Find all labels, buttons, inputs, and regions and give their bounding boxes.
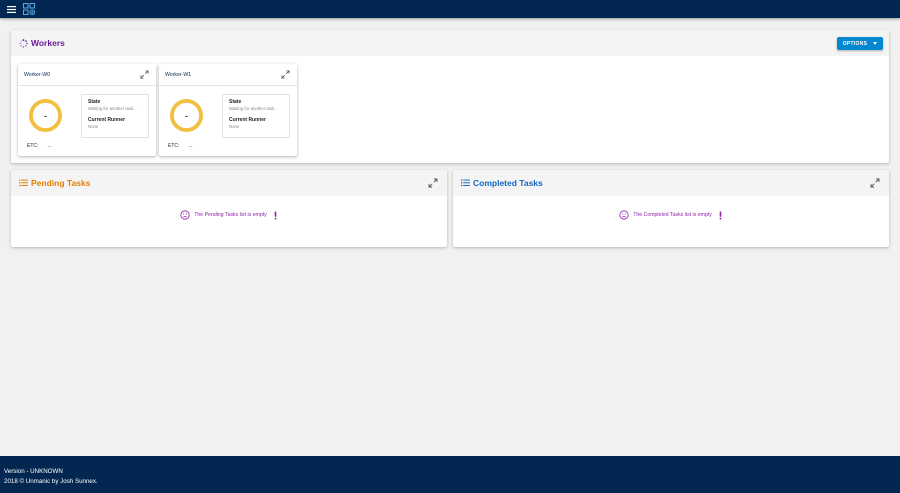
options-button-label: OPTIONS bbox=[842, 40, 868, 47]
state-label: State bbox=[88, 99, 101, 105]
pending-empty-text: The Pending Tasks list is empty bbox=[194, 212, 267, 218]
exclamation-icon bbox=[274, 210, 277, 220]
etc-value: ... bbox=[188, 143, 193, 149]
options-button[interactable]: OPTIONS bbox=[837, 37, 883, 50]
completed-tasks-header: Completed Tasks bbox=[453, 170, 889, 196]
etc-label: ETC: bbox=[168, 143, 180, 149]
pending-tasks-panel: Pending Tasks The Pending Tasks list is … bbox=[11, 170, 447, 247]
runner-label: Current Runner bbox=[88, 117, 125, 123]
top-bar bbox=[0, 0, 900, 18]
exclamation-icon bbox=[719, 210, 722, 220]
etc-value: ... bbox=[47, 143, 52, 149]
gauge-value: - bbox=[185, 110, 188, 121]
etc-row: ETC: ... bbox=[168, 143, 193, 149]
workers-title: Workers bbox=[31, 38, 65, 48]
worker-card-header: Worker-W0 bbox=[18, 64, 156, 86]
spinner-icon bbox=[19, 38, 28, 48]
worker-info-box: State Waiting for another task... Curren… bbox=[81, 94, 149, 138]
menu-button[interactable] bbox=[1, 0, 21, 18]
completed-empty-text: The Completed Tasks list is empty bbox=[633, 212, 712, 218]
pending-tasks-title: Pending Tasks bbox=[31, 178, 91, 188]
completed-empty-message: The Completed Tasks list is empty bbox=[453, 210, 889, 220]
runner-value: None bbox=[88, 124, 99, 129]
etc-label: ETC: bbox=[27, 143, 39, 149]
state-value: Waiting for another task... bbox=[229, 106, 278, 111]
workers-panel-header: Workers OPTIONS bbox=[11, 30, 889, 56]
version-text: Version - UNKNOWN bbox=[4, 468, 63, 475]
menu-icon bbox=[6, 5, 16, 13]
app-logo-icon bbox=[23, 3, 35, 15]
expand-icon[interactable] bbox=[428, 178, 438, 188]
worker-card-header: Worker-W1 bbox=[159, 64, 297, 86]
pending-empty-message: The Pending Tasks list is empty bbox=[11, 210, 447, 220]
expand-icon[interactable] bbox=[140, 70, 149, 79]
workers-panel: Workers OPTIONS Worker-W0 - State Waitin… bbox=[11, 30, 889, 163]
worker-card: Worker-W1 - State Waiting for another ta… bbox=[159, 64, 297, 156]
state-label: State bbox=[229, 99, 242, 105]
pending-tasks-header: Pending Tasks bbox=[11, 170, 447, 196]
state-value: Waiting for another task... bbox=[88, 106, 137, 111]
app-logo[interactable] bbox=[21, 1, 37, 17]
completed-tasks-title: Completed Tasks bbox=[473, 178, 543, 188]
worker-name: Worker-W1 bbox=[165, 71, 192, 78]
expand-icon[interactable] bbox=[870, 178, 880, 188]
sad-face-icon bbox=[619, 210, 629, 220]
runner-value: None bbox=[229, 124, 240, 129]
worker-name: Worker-W0 bbox=[24, 71, 51, 78]
sad-face-icon bbox=[180, 210, 190, 220]
copyright-text: 2018 © Unmanic by Josh Sunnex. bbox=[4, 478, 98, 485]
completed-tasks-panel: Completed Tasks The Completed Tasks list… bbox=[453, 170, 889, 247]
list-icon bbox=[461, 179, 470, 187]
footer: Version - UNKNOWN 2018 © Unmanic by Josh… bbox=[0, 456, 900, 493]
etc-row: ETC: ... bbox=[27, 143, 52, 149]
expand-icon[interactable] bbox=[281, 70, 290, 79]
gauge-value: - bbox=[44, 110, 47, 121]
worker-info-box: State Waiting for another task... Curren… bbox=[222, 94, 290, 138]
caret-down-icon bbox=[873, 42, 878, 45]
list-icon bbox=[19, 179, 28, 187]
runner-label: Current Runner bbox=[229, 117, 266, 123]
worker-card: Worker-W0 - State Waiting for another ta… bbox=[18, 64, 156, 156]
